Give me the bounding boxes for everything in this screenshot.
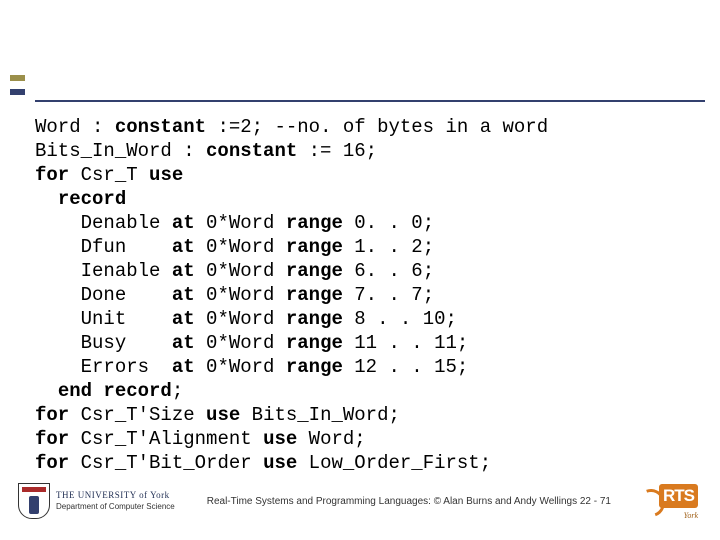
accent-top-bars [10,75,25,95]
kw-at: at [172,212,195,234]
university-of-york-logo: THE UNIVERSITY of York Department of Com… [18,483,175,519]
credit-line: Real-Time Systems and Programming Langua… [175,496,643,507]
slide: Word : constant :=2; --no. of bytes in a… [0,0,720,540]
code-text: 6. . 6; [343,260,434,282]
code-text: Word; [297,428,365,450]
code-text: Bits_In_Word; [240,404,400,426]
rts-york-text: York [684,511,698,520]
kw-at: at [172,236,195,258]
kw-for: for [35,452,69,474]
kw-use: use [263,452,297,474]
code-text: Word : [35,116,115,138]
uoy-text: THE UNIVERSITY of York Department of Com… [56,491,175,511]
code-text: 0*Word [195,236,286,258]
code-text: 8 . . 10; [343,308,457,330]
rts-badge: RTS [659,484,698,508]
field-name: Busy [81,332,172,354]
kw-at: at [172,260,195,282]
code-text: 0*Word [195,260,286,282]
kw-for: for [35,404,69,426]
code-text: 0*Word [195,284,286,306]
field-name: Errors [81,356,172,378]
kw-for: for [35,428,69,450]
code-text: Csr_T'Alignment [69,428,263,450]
field-name: Denable [81,212,172,234]
kw-at: at [172,332,195,354]
field-name: Dfun [81,236,172,258]
code-text: 11 . . 11; [343,332,468,354]
field-name: Unit [81,308,172,330]
code-text: Csr_T [69,164,149,186]
kw-constant: constant [206,140,297,162]
code-block: Word : constant :=2; --no. of bytes in a… [35,115,548,475]
kw-for: for [35,164,69,186]
kw-range: range [286,356,343,378]
code-text: 0*Word [195,212,286,234]
code-text: 7. . 7; [343,284,434,306]
kw-use: use [149,164,183,186]
code-text: :=2; --no. of bytes in a word [206,116,548,138]
uoy-line1: THE UNIVERSITY of York [56,491,175,500]
kw-range: range [286,260,343,282]
code-text: 12 . . 15; [343,356,468,378]
kw-range: range [286,236,343,258]
code-text: := 16; [297,140,377,162]
code-text: Csr_T'Bit_Order [69,452,263,474]
kw-range: range [286,308,343,330]
horizontal-rule [35,100,705,102]
kw-constant: constant [115,116,206,138]
uoy-line2: Department of Computer Science [56,503,175,511]
code-text: 0. . 0; [343,212,434,234]
code-text: 0*Word [195,332,286,354]
shield-icon [18,483,50,519]
kw-range: range [286,212,343,234]
kw-use: use [206,404,240,426]
kw-range: range [286,284,343,306]
kw-record: record [58,188,126,210]
code-text: Bits_In_Word : [35,140,206,162]
kw-use: use [263,428,297,450]
rts-york-logo: RTS York [643,486,698,516]
footer: THE UNIVERSITY of York Department of Com… [0,482,720,520]
code-text: 1. . 2; [343,236,434,258]
accent-bar-gold [10,75,25,81]
code-text: 0*Word [195,356,286,378]
accent-bar-blue [10,89,25,95]
code-text: Csr_T'Size [69,404,206,426]
kw-at: at [172,356,195,378]
kw-at: at [172,308,195,330]
kw-range: range [286,332,343,354]
code-text: ; [172,380,183,402]
field-name: Done [81,284,172,306]
kw-at: at [172,284,195,306]
code-text: 0*Word [195,308,286,330]
code-text: Low_Order_First; [297,452,491,474]
kw-end-record: end record [58,380,172,402]
field-name: Ienable [81,260,172,282]
